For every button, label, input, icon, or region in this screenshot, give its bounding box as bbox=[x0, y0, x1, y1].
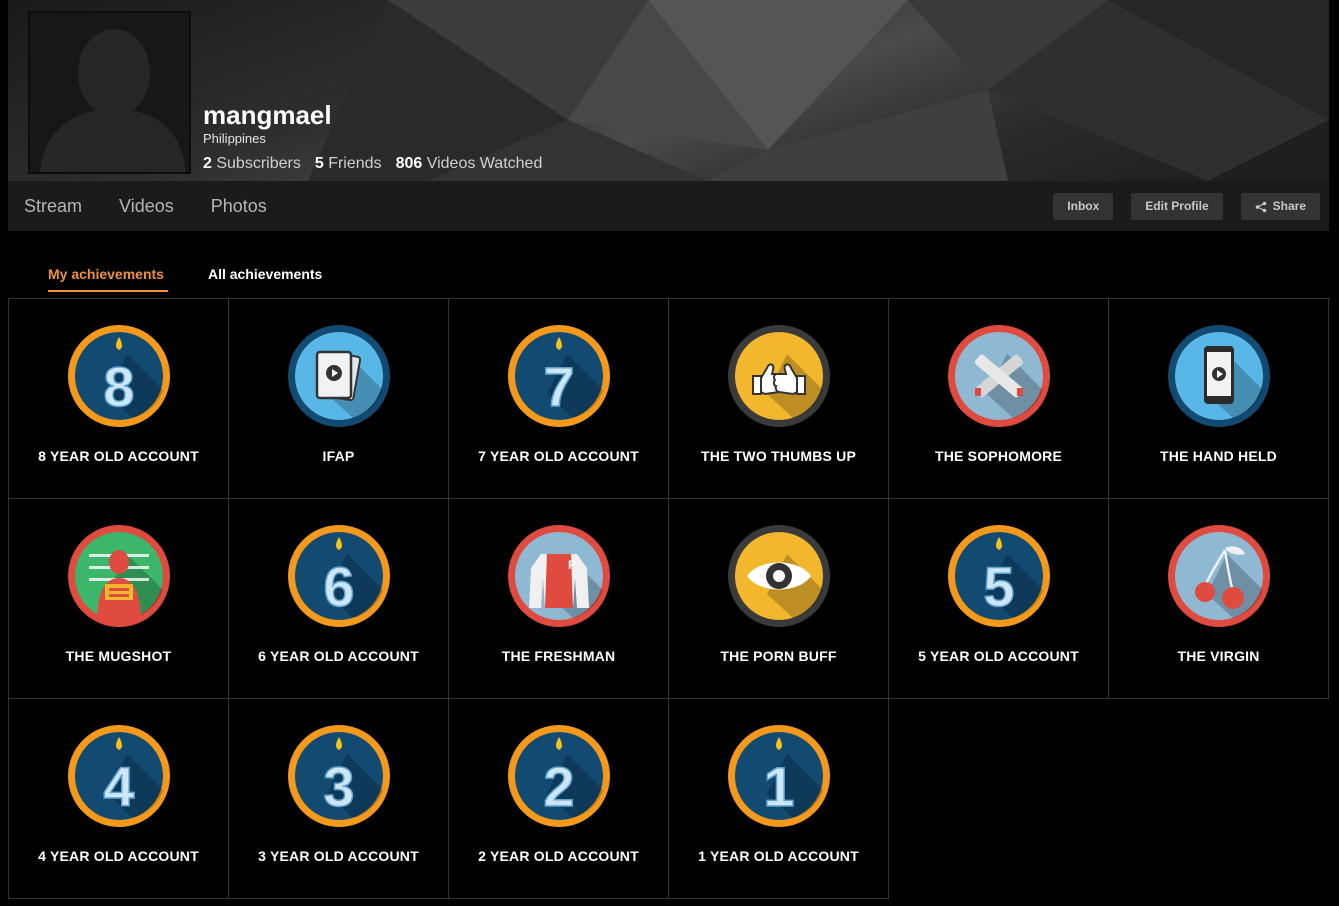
achievement-label: 3 YEAR OLD ACCOUNT bbox=[258, 848, 419, 864]
achievement-label: THE VIRGIN bbox=[1177, 648, 1260, 664]
achievement-card[interactable]: IFAP bbox=[229, 299, 449, 499]
candle-number-4-icon: 4 bbox=[68, 725, 170, 827]
eye-icon bbox=[728, 525, 830, 627]
friends-stat[interactable]: 5 Friends bbox=[315, 155, 382, 173]
achievements-grid: 8 8 YEAR OLD ACCOUNT IFAP 7 7 YEAR OLD ACCOU… bbox=[8, 298, 1330, 899]
crossed-bones-icon bbox=[948, 325, 1050, 427]
achievement-card[interactable]: 1 1 YEAR OLD ACCOUNT bbox=[669, 699, 889, 899]
profile-stats: 2 Subscribers 5 Friends 806 Videos Watch… bbox=[203, 155, 542, 173]
achievement-card[interactable]: THE MUGSHOT bbox=[9, 499, 229, 699]
achievement-card[interactable]: 3 3 YEAR OLD ACCOUNT bbox=[229, 699, 449, 899]
share-icon bbox=[1255, 201, 1266, 212]
achievement-label: THE SOPHOMORE bbox=[934, 448, 1063, 464]
varsity-jacket-icon: P bbox=[508, 525, 610, 627]
inbox-button[interactable]: Inbox bbox=[1053, 193, 1114, 220]
achievement-label: THE MUGSHOT bbox=[65, 648, 172, 664]
achievement-card[interactable]: P THE FRESHMAN bbox=[449, 499, 669, 699]
achievement-card[interactable]: 5 5 YEAR OLD ACCOUNT bbox=[889, 499, 1109, 699]
achievement-label: 2 YEAR OLD ACCOUNT bbox=[478, 848, 639, 864]
badge-number: 3 bbox=[323, 755, 354, 818]
mugshot-icon bbox=[68, 525, 170, 627]
candle-number-5-icon: 5 bbox=[948, 525, 1050, 627]
tab-all-achievements[interactable]: All achievements bbox=[208, 266, 322, 292]
badge-number: 8 bbox=[103, 355, 134, 418]
profile-navbar: Stream Videos Photos Inbox Edit Profile … bbox=[8, 181, 1329, 231]
videos-watched-stat: 806 Videos Watched bbox=[395, 155, 543, 172]
achievement-label: 6 YEAR OLD ACCOUNT bbox=[258, 648, 419, 664]
username: mangmael bbox=[203, 100, 332, 130]
two-thumbs-up-icon bbox=[728, 325, 830, 427]
profile-cover bbox=[8, 0, 1329, 181]
achievement-card[interactable]: THE PORN BUFF bbox=[669, 499, 889, 699]
svg-text:P: P bbox=[568, 558, 576, 572]
achievement-label: THE PORN BUFF bbox=[720, 648, 837, 664]
subscribers-stat[interactable]: 2 Subscribers bbox=[203, 155, 301, 173]
nav-photos[interactable]: Photos bbox=[211, 196, 267, 217]
avatar[interactable] bbox=[28, 11, 191, 174]
achievement-card[interactable]: 7 7 YEAR OLD ACCOUNT bbox=[449, 299, 669, 499]
achievement-label: THE HAND HELD bbox=[1160, 448, 1277, 464]
achievement-card[interactable]: THE TWO THUMBS UP bbox=[669, 299, 889, 499]
achievement-label: 5 YEAR OLD ACCOUNT bbox=[918, 648, 1079, 664]
achievement-card[interactable]: THE HAND HELD bbox=[1109, 299, 1329, 499]
badge-number: 5 bbox=[983, 555, 1014, 618]
share-button[interactable]: Share bbox=[1240, 193, 1320, 220]
achievement-label: 4 YEAR OLD ACCOUNT bbox=[38, 848, 199, 864]
achievement-label: THE FRESHMAN bbox=[501, 648, 616, 664]
achievement-label: THE TWO THUMBS UP bbox=[700, 448, 857, 464]
achievement-label: 1 YEAR OLD ACCOUNT bbox=[698, 848, 859, 864]
achievement-tabs: My achievements All achievements bbox=[48, 266, 322, 292]
badge-number: 1 bbox=[763, 755, 794, 818]
nav-stream[interactable]: Stream bbox=[24, 196, 82, 217]
default-avatar-icon bbox=[30, 13, 189, 172]
candle-number-3-icon: 3 bbox=[288, 725, 390, 827]
achievement-card[interactable]: 6 6 YEAR OLD ACCOUNT bbox=[229, 499, 449, 699]
badge-number: 7 bbox=[543, 355, 574, 418]
candle-number-8-icon: 8 bbox=[68, 325, 170, 427]
candle-number-2-icon: 2 bbox=[508, 725, 610, 827]
badge-number: 2 bbox=[543, 755, 574, 818]
cover-background bbox=[308, 0, 1329, 181]
achievement-card[interactable]: 4 4 YEAR OLD ACCOUNT bbox=[9, 699, 229, 899]
achievement-card[interactable]: 2 2 YEAR OLD ACCOUNT bbox=[449, 699, 669, 899]
edit-profile-button[interactable]: Edit Profile bbox=[1131, 193, 1223, 220]
badge-number: 4 bbox=[103, 755, 134, 818]
cherries-icon bbox=[1168, 525, 1270, 627]
achievement-label: IFAP bbox=[322, 448, 355, 464]
achievement-card[interactable]: THE VIRGIN bbox=[1109, 499, 1329, 699]
candle-number-6-icon: 6 bbox=[288, 525, 390, 627]
candle-number-1-icon: 1 bbox=[728, 725, 830, 827]
location: Philippines bbox=[203, 131, 266, 146]
tab-my-achievements[interactable]: My achievements bbox=[48, 266, 168, 292]
badge-number: 6 bbox=[323, 555, 354, 618]
achievement-card[interactable]: 8 8 YEAR OLD ACCOUNT bbox=[9, 299, 229, 499]
candle-number-7-icon: 7 bbox=[508, 325, 610, 427]
nav-videos[interactable]: Videos bbox=[119, 196, 174, 217]
achievement-label: 8 YEAR OLD ACCOUNT bbox=[38, 448, 199, 464]
achievement-label: 7 YEAR OLD ACCOUNT bbox=[478, 448, 639, 464]
achievement-card[interactable]: THE SOPHOMORE bbox=[889, 299, 1109, 499]
tablet-video-icon bbox=[288, 325, 390, 427]
phone-video-icon bbox=[1168, 325, 1270, 427]
